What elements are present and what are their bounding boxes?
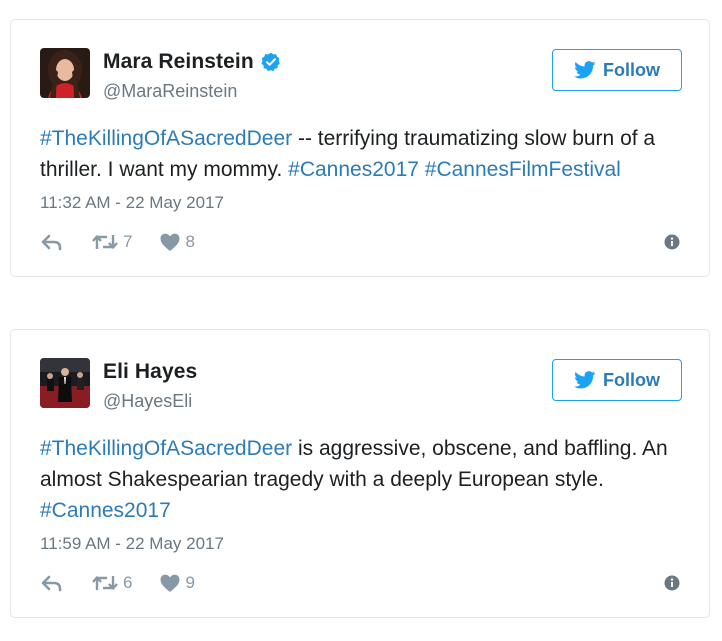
tweet-card[interactable]: Mara Reinstein @MaraReinstein Follow #Th… — [10, 19, 710, 277]
hashtag-link[interactable]: #Cannes2017 — [288, 158, 419, 181]
display-name[interactable]: Mara Reinstein — [103, 50, 254, 74]
reply-icon — [41, 234, 62, 251]
avatar[interactable] — [40, 48, 90, 98]
hashtag-link[interactable]: #TheKillingOfASacredDeer — [40, 127, 292, 150]
retweet-button[interactable]: 7 — [92, 232, 132, 252]
heart-icon — [160, 574, 180, 592]
avatar[interactable] — [40, 358, 90, 408]
follow-label: Follow — [603, 59, 660, 80]
tweet-timestamp[interactable]: 11:59 AM - 22 May 2017 — [40, 534, 224, 554]
tweet-actions: 6 9 — [40, 573, 223, 593]
info-icon[interactable] — [664, 575, 680, 591]
info-icon[interactable] — [664, 234, 680, 250]
tweet-actions: 7 8 — [40, 232, 223, 252]
tweet-timestamp[interactable]: 11:32 AM - 22 May 2017 — [40, 193, 224, 213]
reply-button[interactable] — [40, 573, 64, 593]
follow-label: Follow — [603, 369, 660, 390]
user-handle[interactable]: @MaraReinstein — [103, 81, 237, 102]
avatar-image — [40, 358, 90, 408]
tweet-card[interactable]: Eli Hayes @HayesEli Follow #TheKillingOf… — [10, 329, 710, 618]
display-name[interactable]: Eli Hayes — [103, 360, 197, 384]
user-handle[interactable]: @HayesEli — [103, 391, 192, 412]
retweet-count: 6 — [123, 573, 133, 592]
like-button[interactable]: 9 — [160, 573, 195, 593]
reply-icon — [41, 575, 62, 592]
hashtag-link[interactable]: #Cannes2017 — [40, 499, 171, 522]
like-count: 8 — [185, 232, 195, 251]
hashtag-link[interactable]: #CannesFilmFestival — [425, 158, 621, 181]
verified-badge-icon — [261, 52, 281, 72]
retweet-count: 7 — [123, 232, 133, 251]
retweet-button[interactable]: 6 — [92, 573, 132, 593]
like-count: 9 — [185, 573, 195, 592]
reply-button[interactable] — [40, 232, 64, 252]
like-button[interactable]: 8 — [160, 232, 195, 252]
retweet-icon — [92, 235, 118, 249]
tweet-text: #TheKillingOfASacredDeer -- terrifying t… — [40, 123, 685, 185]
retweet-icon — [92, 576, 118, 590]
follow-button[interactable]: Follow — [552, 359, 682, 401]
twitter-bird-icon — [574, 61, 596, 79]
follow-button[interactable]: Follow — [552, 49, 682, 91]
avatar-image — [40, 48, 90, 98]
twitter-bird-icon — [574, 371, 596, 389]
tweet-text: #TheKillingOfASacredDeer is aggressive, … — [40, 433, 685, 526]
heart-icon — [160, 233, 180, 251]
hashtag-link[interactable]: #TheKillingOfASacredDeer — [40, 437, 292, 460]
